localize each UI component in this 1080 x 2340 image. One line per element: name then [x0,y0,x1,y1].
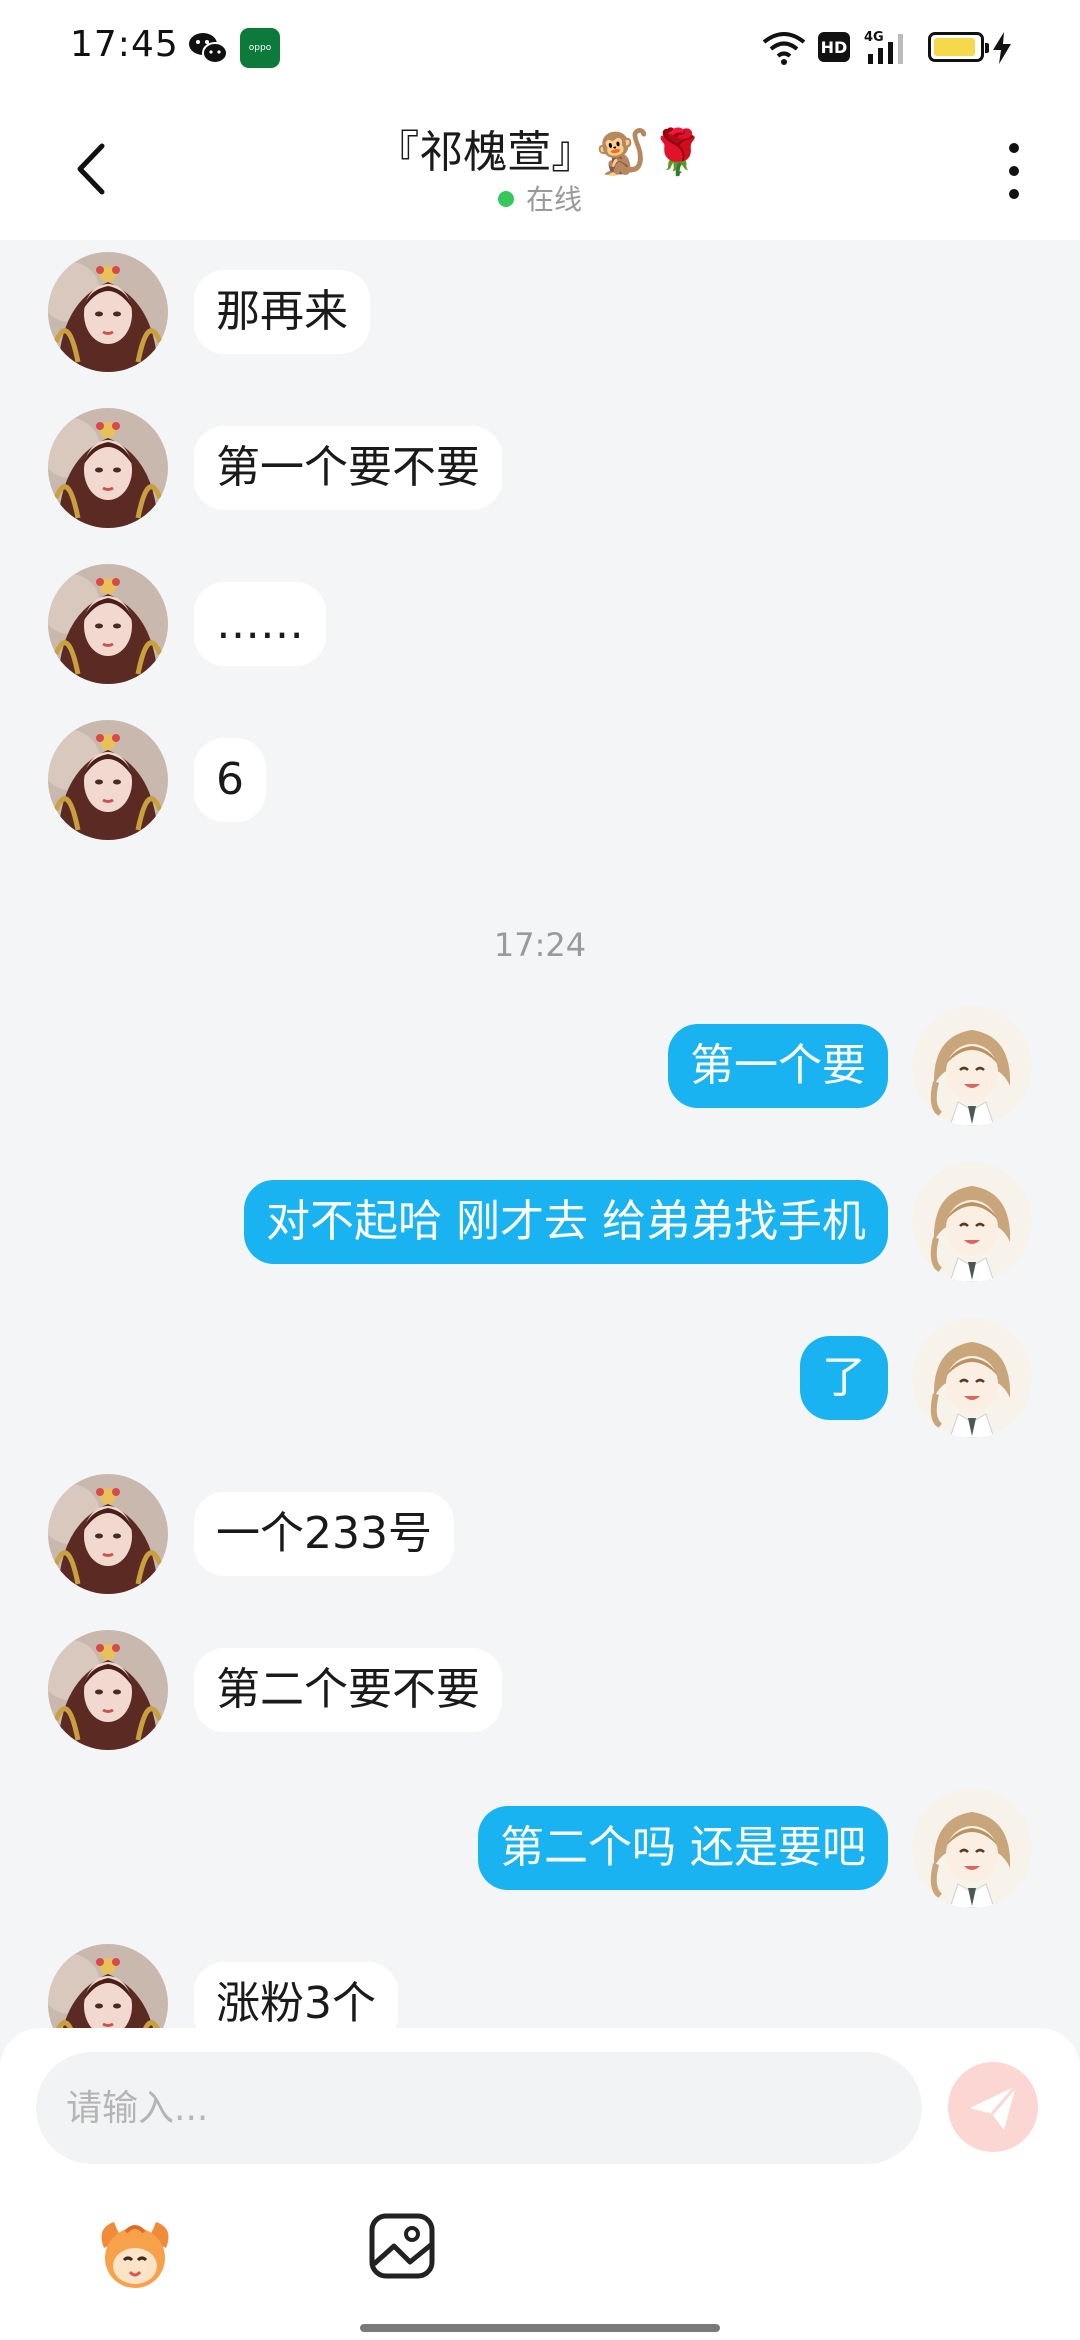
hd-icon: HD [818,32,850,62]
home-indicator[interactable] [360,2324,720,2332]
sticker-icon [101,2222,169,2288]
contact-avatar[interactable] [48,1630,168,1750]
my-avatar[interactable] [912,1318,1032,1438]
message-bubble[interactable]: 第一个要 [668,1024,888,1108]
composer [0,2028,1080,2340]
message-bubble[interactable]: 第二个吗 还是要吧 [478,1806,888,1890]
message-timestamp: 17:24 [493,926,587,964]
my-avatar[interactable] [912,1788,1032,1908]
image-icon [369,2213,435,2279]
chat-header: 『祁槐萱』🐒🌹 在线 [0,96,1080,240]
online-status: 在线 [0,178,1080,218]
online-status-label: 在线 [525,183,582,216]
contact-avatar[interactable] [48,564,168,684]
online-dot-icon [497,191,514,207]
network-type-label: 4G [864,30,884,45]
my-avatar[interactable] [912,1006,1032,1126]
message-bubble[interactable]: 对不起哈 刚才去 给弟弟找手机 [244,1180,888,1264]
my-avatar[interactable] [912,1162,1032,1282]
contact-avatar[interactable] [48,1474,168,1594]
send-button[interactable] [948,2062,1038,2152]
charging-icon [993,32,1011,64]
paper-plane-icon [970,2085,1018,2130]
more-options-button[interactable] [1000,136,1040,206]
message-bubble[interactable]: 了 [800,1336,888,1420]
message-bubble[interactable]: 那再来 [194,270,370,354]
wifi-icon [762,32,806,65]
message-input[interactable] [36,2052,922,2164]
contact-avatar[interactable] [48,252,168,372]
contact-avatar[interactable] [48,1944,168,2028]
image-button[interactable] [366,2210,438,2282]
chat-title: 『祁槐萱』🐒🌹 [375,127,705,178]
status-time: 17:45 [70,24,179,65]
signal-icon: 4G [864,30,903,64]
message-bubble[interactable]: 第一个要不要 [194,426,502,510]
message-bubble[interactable]: 6 [194,738,266,822]
wechat-icon [189,33,228,64]
contact-avatar[interactable] [48,720,168,840]
message-bubble[interactable]: …… [194,582,326,666]
sticker-button[interactable] [90,2208,180,2298]
status-bar: 17:45 oppo HD 4G [0,0,1080,96]
oppo-app-icon: oppo [240,28,280,68]
contact-avatar[interactable] [48,408,168,528]
message-bubble[interactable]: 涨粉3个 [194,1962,398,2028]
message-bubble[interactable]: 第二个要不要 [194,1648,502,1732]
battery-icon [928,32,989,62]
message-bubble[interactable]: 一个233号 [194,1492,454,1576]
message-list[interactable]: 那再来 第一个要不要 …… 6 17:24 第一个要 对不起哈 刚才去 给弟弟找… [0,240,1080,2028]
